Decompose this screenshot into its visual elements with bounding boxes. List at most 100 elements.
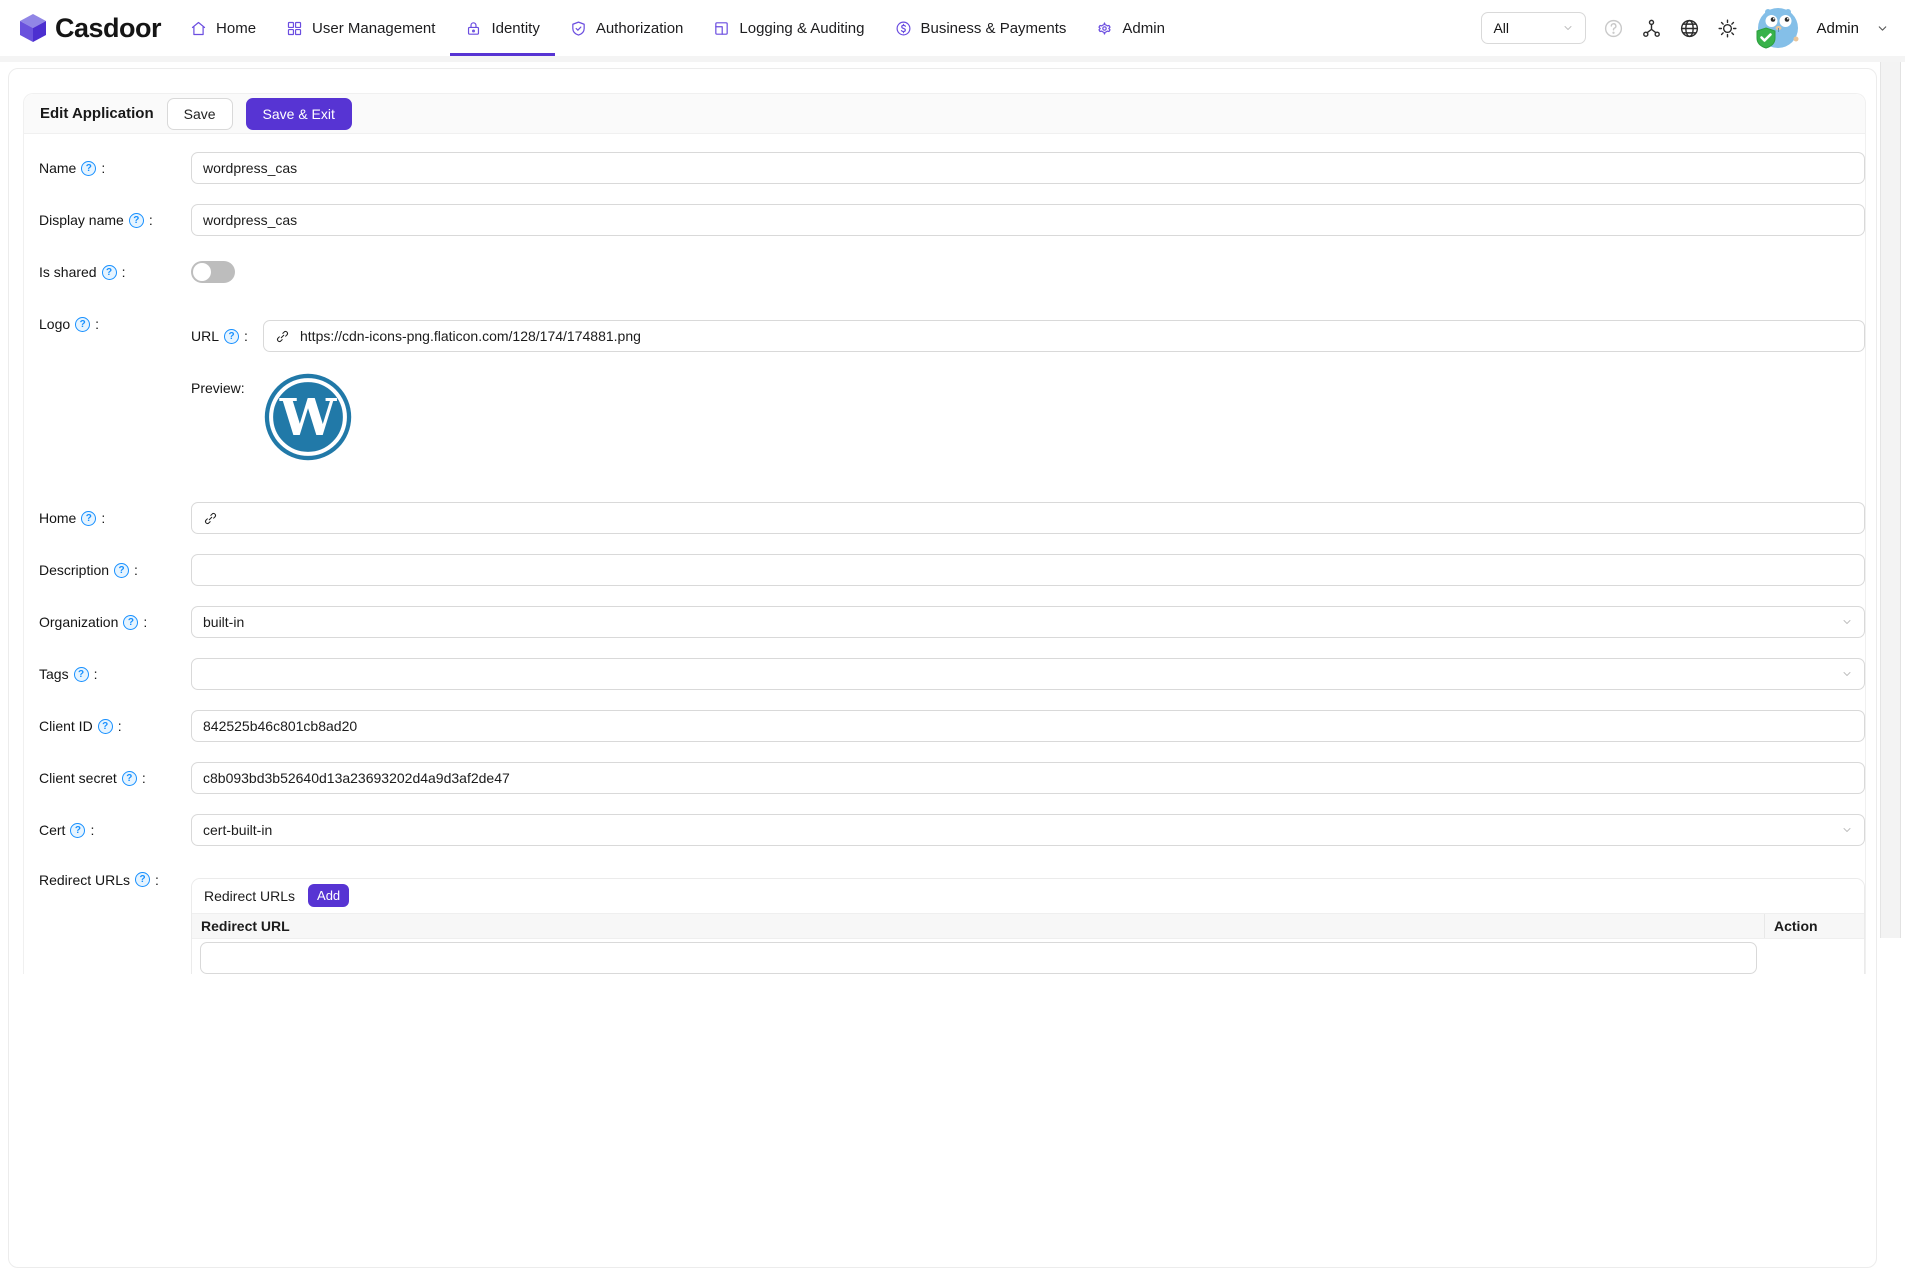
form-row-description: Description ? : [24,554,1865,586]
brand-name: Casdoor [55,13,161,44]
gear-icon [1096,20,1113,37]
logo-url-row: URL ? : [191,320,1865,352]
question-circle-icon[interactable]: ? [135,872,150,887]
logo-url-input[interactable] [298,327,1853,345]
wordpress-logo-image: W [263,372,353,462]
form-row-client-id: Client ID ? : [24,710,1865,742]
client-id-label: Client ID ? : [24,710,191,742]
redirect-urls-column-headers: Redirect URL Action [192,913,1864,939]
question-circle-icon[interactable]: ? [74,667,89,682]
display-name-label: Display name ? : [24,204,191,236]
chevron-down-icon [1841,824,1853,836]
redirect-url-input[interactable] [200,942,1757,974]
organization-filter-select[interactable]: All [1481,12,1586,44]
form-row-logo: Logo ? : URL ? : [24,308,1865,462]
cert-label: Cert ? : [24,814,191,846]
organization-label: Organization ? : [24,606,191,638]
organization-select[interactable]: built-in [191,606,1865,638]
home-icon [190,20,207,37]
client-id-input[interactable] [191,710,1865,742]
description-input[interactable] [191,554,1865,586]
logo-preview-label: Preview: [191,372,263,396]
question-circle-icon[interactable]: ? [102,265,117,280]
dollar-circle-icon [895,20,912,37]
tags-select[interactable] [191,658,1865,690]
tags-label: Tags ? : [24,658,191,690]
casdoor-cube-icon [18,13,48,43]
audit-log-icon [713,20,730,37]
question-circle-icon[interactable]: ? [122,771,137,786]
form-row-home: Home ? : [24,502,1865,534]
nav-item-label: Admin [1122,20,1165,37]
account-name[interactable]: Admin [1816,20,1859,37]
nav-right-controls: All [1481,6,1889,50]
card-body: Name ? : Display name ? : [24,134,1865,974]
column-header-redirect-url: Redirect URL [192,914,1765,938]
form-row-display-name: Display name ? : [24,204,1865,236]
question-circle-icon[interactable]: ? [81,161,96,176]
form-row-name: Name ? : [24,152,1865,184]
display-name-input[interactable] [191,204,1865,236]
nav-item-label: Authorization [596,20,684,37]
save-button[interactable]: Save [167,98,233,130]
is-shared-label: Is shared ? : [24,256,191,288]
nav-item-home[interactable]: Home [175,0,271,56]
question-circle-icon[interactable]: ? [224,329,239,344]
nav-item-logging-auditing[interactable]: Logging & Auditing [698,0,879,56]
theme-sun-icon[interactable] [1717,18,1738,39]
chevron-down-icon [1841,616,1853,628]
redirect-urls-table-header: Redirect URLs Add [192,879,1864,913]
form-row-cert: Cert ? : cert-built-in [24,814,1865,846]
nav-item-label: Logging & Auditing [739,20,864,37]
nav-item-label: User Management [312,20,435,37]
redirect-urls-table-title: Redirect URLs [204,888,295,904]
nav-item-identity[interactable]: Identity [450,0,554,56]
save-exit-button[interactable]: Save & Exit [246,98,352,130]
column-header-action: Action [1765,914,1864,938]
question-circle-icon[interactable]: ? [98,719,113,734]
nav-item-label: Home [216,20,256,37]
lock-icon [465,20,482,37]
question-circle-icon[interactable]: ? [75,317,90,332]
question-circle-icon[interactable]: ? [81,511,96,526]
account-chevron-down-icon[interactable] [1876,22,1889,35]
cert-select[interactable]: cert-built-in [191,814,1865,846]
home-input[interactable] [226,509,1853,527]
logo-url-label: URL ? : [191,320,263,352]
name-input[interactable] [191,152,1865,184]
client-secret-input[interactable] [191,762,1865,794]
globe-icon[interactable] [1679,18,1700,39]
chevron-down-icon [1562,22,1574,34]
link-icon [203,511,218,526]
sitemap-icon[interactable] [1641,18,1662,39]
add-redirect-url-button[interactable]: Add [308,884,349,907]
logo-preview-row: Preview: W [191,372,1865,462]
top-nav: Casdoor Home User Management Identity [0,0,1905,62]
card-header: Edit Application Save Save & Exit [24,94,1865,134]
page-title: Edit Application [40,105,154,122]
home-label: Home ? : [24,502,191,534]
user-avatar[interactable] [1755,6,1799,50]
help-circle-icon[interactable] [1603,18,1624,39]
nav-item-authorization[interactable]: Authorization [555,0,699,56]
question-circle-icon[interactable]: ? [114,563,129,578]
description-label: Description ? : [24,554,191,586]
nav-item-user-management[interactable]: User Management [271,0,450,56]
nav-item-admin[interactable]: Admin [1081,0,1180,56]
form-row-client-secret: Client secret ? : [24,762,1865,794]
apps-icon [286,20,303,37]
vertical-scrollbar[interactable] [1880,62,1901,938]
toggle-knob [193,263,211,281]
shield-check-icon [570,20,587,37]
question-circle-icon[interactable]: ? [123,615,138,630]
brand-logo[interactable]: Casdoor [18,13,161,44]
organization-filter-value: All [1493,20,1509,36]
page-content: Edit Application Save Save & Exit Name ?… [0,62,1905,938]
redirect-urls-label: Redirect URLs ? : [24,866,191,898]
question-circle-icon[interactable]: ? [129,213,144,228]
nav-item-business-payments[interactable]: Business & Payments [880,0,1082,56]
form-row-redirect-urls: Redirect URLs ? : Redirect URLs Add Redi… [24,866,1865,974]
question-circle-icon[interactable]: ? [70,823,85,838]
is-shared-toggle[interactable] [191,261,235,283]
link-icon [275,329,290,344]
